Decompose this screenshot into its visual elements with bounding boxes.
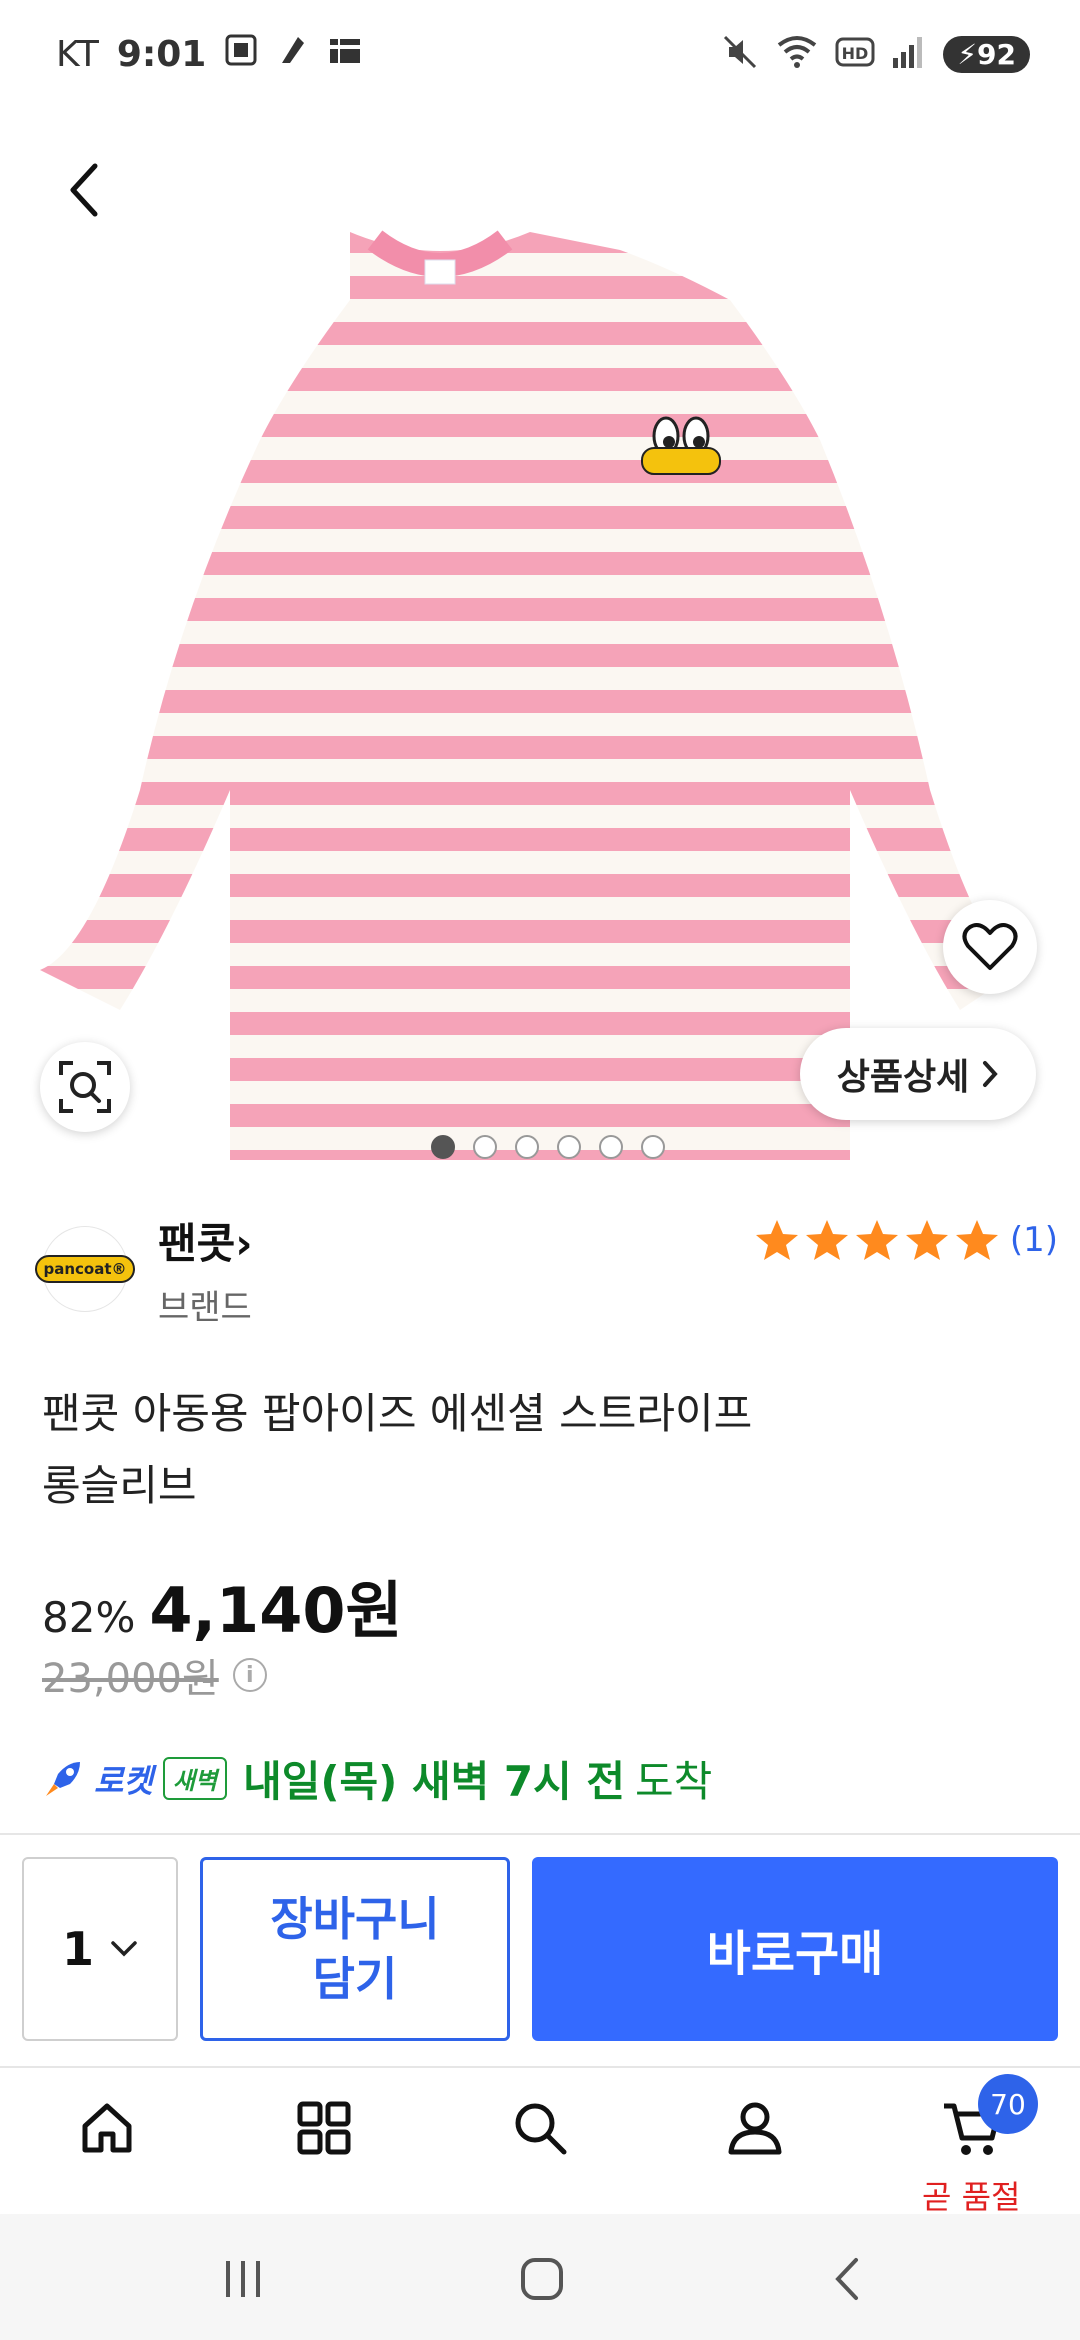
quantity-select[interactable]: 1 xyxy=(22,1857,178,2041)
product-image-area[interactable]: 상품상세 xyxy=(0,110,1080,1160)
pager-dot-active[interactable] xyxy=(431,1135,455,1159)
pager-dot[interactable] xyxy=(473,1135,497,1159)
dawn-badge: 새벽 xyxy=(162,1757,228,1800)
wifi-icon xyxy=(775,33,819,75)
star-icon xyxy=(755,1220,798,1260)
lens-search-icon xyxy=(59,1061,111,1113)
battery-level: 92 xyxy=(977,37,1016,71)
system-nav-bar xyxy=(0,2214,1080,2340)
category-icon xyxy=(297,2101,351,2155)
product-detail-label: 상품상세 xyxy=(836,1057,970,1098)
discount-rate: 82% xyxy=(42,1593,136,1642)
product-image xyxy=(30,230,1050,1160)
battery-indicator: ⚡92 xyxy=(943,35,1030,73)
cart-count-badge: 70 xyxy=(978,2074,1038,2134)
home-system-button[interactable] xyxy=(507,2244,577,2314)
home-circle-icon xyxy=(521,2258,563,2300)
nav-search[interactable] xyxy=(490,2098,590,2198)
star-icon xyxy=(905,1220,948,1260)
nav-home[interactable] xyxy=(57,2098,157,2198)
product-title: 팬콧 아동용 팝아이즈 에센셜 스트라이프 롱슬리브 xyxy=(42,1378,1042,1522)
star-icon xyxy=(805,1220,848,1260)
brand-link[interactable]: 팬콧› xyxy=(158,1210,253,1271)
pager-dot[interactable] xyxy=(557,1135,581,1159)
original-price-row: 23,000원 i xyxy=(42,1646,267,1704)
signal-icon xyxy=(891,34,927,74)
nav-my-page[interactable] xyxy=(705,2098,805,2198)
clock: 9:01 xyxy=(116,33,207,75)
quantity-value: 1 xyxy=(61,1922,94,1976)
rocket-label: 로켓 xyxy=(94,1761,153,1800)
brand-logo[interactable]: pancoat® xyxy=(35,1226,135,1312)
chevron-right-icon xyxy=(983,1061,998,1087)
brand-name: 팬콧 xyxy=(158,1219,236,1268)
status-right: HD ⚡92 xyxy=(721,28,1030,80)
user-icon xyxy=(728,2102,782,2155)
image-search-button[interactable] xyxy=(40,1042,130,1132)
product-title-line: 롱슬리브 xyxy=(42,1461,197,1510)
star-icon xyxy=(955,1220,998,1260)
status-bar: KT 9:01 HD ⚡92 xyxy=(0,0,1080,110)
soldout-caption: 곧 품절 xyxy=(922,2178,1021,2216)
favorite-button[interactable] xyxy=(943,900,1037,994)
chevron-right-icon: › xyxy=(235,1219,253,1268)
buy-now-button[interactable]: 바로구매 xyxy=(532,1857,1058,2041)
app-grid-icon xyxy=(328,33,362,76)
screenshot-icon xyxy=(224,33,258,76)
mute-icon xyxy=(721,33,759,75)
pager-dot[interactable] xyxy=(599,1135,623,1159)
notification-icon xyxy=(276,33,310,76)
recents-icon xyxy=(226,2261,260,2297)
search-icon xyxy=(515,2103,567,2155)
arrival-time: 내일(목) 새벽 7시 전 xyxy=(243,1757,626,1806)
heart-icon xyxy=(962,923,1018,970)
product-detail-button[interactable]: 상품상세 xyxy=(800,1028,1036,1120)
image-pager xyxy=(0,1135,1080,1159)
sale-price: 4,140원 xyxy=(149,1574,403,1647)
hd-icon: HD xyxy=(835,35,875,73)
chevron-down-icon xyxy=(111,1941,137,1957)
price-row: 82% 4,140원 xyxy=(42,1560,403,1650)
brand-sub-label: 브랜드 xyxy=(158,1288,252,1328)
striped-shirt-illustration xyxy=(40,230,1020,1160)
home-icon xyxy=(82,2103,132,2153)
recents-button[interactable] xyxy=(208,2244,278,2314)
divider xyxy=(0,1833,1080,1835)
add-to-cart-button[interactable]: 장바구니 담기 xyxy=(200,1857,510,2041)
nav-category[interactable] xyxy=(274,2098,374,2198)
back-system-button[interactable] xyxy=(813,2244,883,2314)
rating[interactable]: (1) xyxy=(754,1218,1058,1262)
chevron-left-icon xyxy=(70,163,98,217)
delivery-info: 로켓 새벽 내일(목) 새벽 7시 전 도착 xyxy=(42,1748,712,1809)
pager-dot[interactable] xyxy=(641,1135,665,1159)
back-button[interactable] xyxy=(50,155,120,225)
product-title-line: 팬콧 아동용 팝아이즈 에센셜 스트라이프 xyxy=(42,1389,753,1438)
rocket-icon xyxy=(46,1761,80,1796)
brand-logo-text: pancoat® xyxy=(35,1255,135,1283)
star-icon xyxy=(855,1220,898,1260)
svg-text:HD: HD xyxy=(842,44,869,63)
status-left: KT 9:01 xyxy=(56,28,362,80)
carrier-label: KT xyxy=(56,33,99,75)
bottom-nav: 70 곧 품절 xyxy=(0,2068,1080,2216)
original-price: 23,000원 xyxy=(42,1656,219,1702)
back-arrow-icon xyxy=(835,2258,858,2300)
review-count[interactable]: (1) xyxy=(1010,1220,1058,1260)
info-icon[interactable]: i xyxy=(232,1658,267,1692)
pager-dot[interactable] xyxy=(515,1135,539,1159)
arrival-label: 도착 xyxy=(635,1757,713,1806)
